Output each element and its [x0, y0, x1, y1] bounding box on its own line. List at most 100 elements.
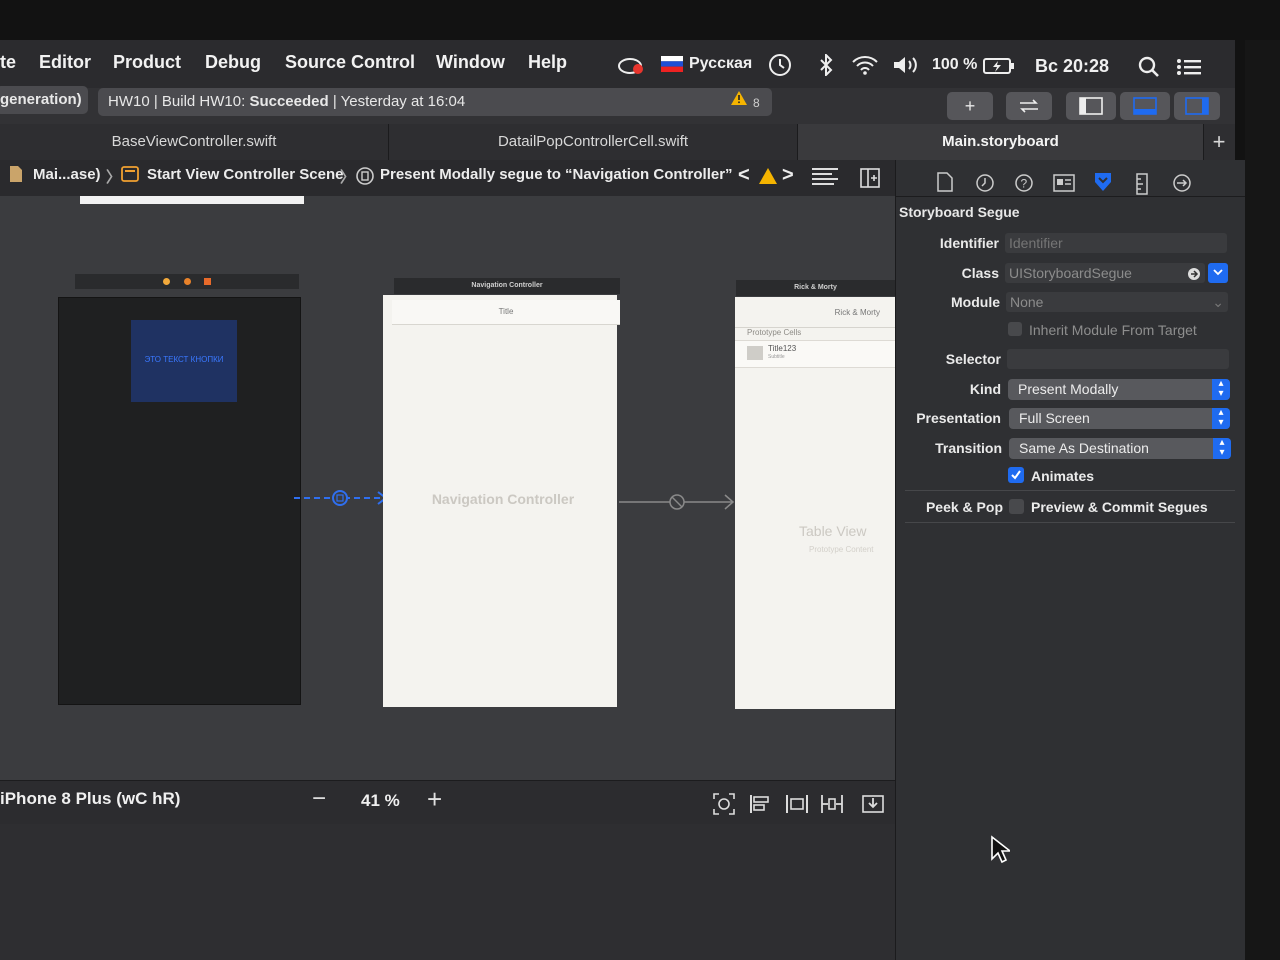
history-inspector-tab[interactable]	[975, 173, 995, 198]
navigation-controller-scene[interactable]: Title Navigation Controller	[383, 295, 620, 707]
quick-help-inspector-tab[interactable]: ?	[1014, 173, 1034, 198]
menu-item-product[interactable]: Product	[113, 52, 181, 73]
previous-issue-button[interactable]: <	[738, 164, 750, 187]
new-tab-button[interactable]: +	[1204, 124, 1234, 160]
volume-icon[interactable]	[892, 55, 922, 80]
screen-bezel-top	[0, 0, 1280, 40]
class-dropdown-button[interactable]	[1208, 263, 1228, 283]
editor-options-button[interactable]	[812, 168, 838, 190]
toggle-inspector-button[interactable]	[1174, 92, 1220, 120]
menu-item-help[interactable]: Help	[528, 52, 567, 73]
creative-cloud-icon[interactable]	[618, 54, 644, 81]
breadcrumb-segue[interactable]: Present Modally segue to “Navigation Con…	[380, 166, 733, 183]
file-inspector-tab[interactable]	[937, 172, 953, 197]
left-panel-icon	[1079, 97, 1103, 119]
scheme-selector[interactable]: generation)	[0, 86, 88, 114]
present-modally-segue[interactable]	[290, 486, 390, 510]
class-field[interactable]: UIStoryboardSegue	[1005, 263, 1205, 283]
module-label: Module	[951, 294, 1000, 310]
prototype-cell[interactable]: Title123 Subtitle	[735, 340, 895, 368]
wifi-icon[interactable]	[851, 55, 879, 80]
module-field[interactable]: None ⌄	[1006, 292, 1228, 312]
attributes-shield-icon	[1092, 173, 1114, 197]
up-down-arrows-icon: ▴ ▾	[1212, 408, 1230, 429]
kind-popup[interactable]: Present Modally ▴ ▾	[1008, 379, 1230, 400]
toggle-debug-area-button[interactable]	[1120, 92, 1170, 120]
next-issue-button[interactable]: >	[782, 164, 794, 187]
align-button[interactable]	[785, 794, 809, 819]
warning-icon[interactable]	[730, 88, 748, 116]
selector-field[interactable]	[1007, 349, 1229, 369]
tab-datail-pop-controller-cell[interactable]: DatailPopControllerCell.swift	[389, 124, 798, 160]
menu-item-debug[interactable]: Debug	[205, 52, 261, 73]
storyboard-segue-section-title: Storyboard Segue	[899, 204, 1020, 220]
storyboard-file-icon	[8, 165, 24, 187]
update-frames-button[interactable]	[713, 793, 735, 820]
spotlight-search-icon[interactable]	[1138, 56, 1160, 83]
battery-percent: 100 %	[932, 56, 978, 73]
nav-controller-dock[interactable]: Navigation Controller	[394, 278, 620, 294]
code-review-button[interactable]	[1006, 92, 1052, 120]
start-view-controller[interactable]: ЭТО ТЕКСТ КНОПКИ	[58, 297, 301, 705]
identity-inspector-tab[interactable]	[1053, 174, 1075, 197]
navigation-bar-title[interactable]: Title	[392, 300, 620, 325]
toggle-navigator-button[interactable]	[1066, 92, 1116, 120]
inherit-module-checkbox[interactable]	[1008, 322, 1022, 336]
id-card-icon	[1053, 174, 1075, 196]
chevron-down-icon: ⌄	[1212, 294, 1224, 310]
table-scene-dock[interactable]: Rick & Morty	[736, 280, 895, 296]
text-button[interactable]: ЭТО ТЕКСТ КНОПКИ	[131, 320, 237, 402]
zoom-level: 41 %	[361, 791, 400, 810]
transition-popup[interactable]: Same As Destination ▴ ▾	[1009, 438, 1231, 459]
tab-main-storyboard[interactable]: Main.storyboard	[798, 124, 1204, 160]
lines-icon	[812, 168, 838, 190]
start-scene-dock[interactable]	[75, 274, 299, 289]
preview-commit-checkbox[interactable]	[1009, 499, 1024, 514]
menu-item-source-control[interactable]: Source Control	[285, 52, 415, 73]
table-view-controller-scene[interactable]: Rick & Morty Prototype Cells Title123 Su…	[735, 297, 895, 709]
module-value: None	[1010, 294, 1044, 310]
add-constraints-button[interactable]	[820, 794, 844, 819]
root-view-controller-relationship[interactable]	[617, 490, 739, 514]
table-navigation-title[interactable]: Rick & Morty	[735, 301, 880, 325]
menubar-clock[interactable]: Вс 20:28	[1035, 56, 1109, 77]
battery-icon[interactable]	[983, 57, 1015, 80]
bluetooth-icon[interactable]	[818, 52, 834, 81]
animates-checkbox[interactable]	[1008, 467, 1024, 483]
time-machine-icon[interactable]	[767, 53, 793, 82]
align-icon	[785, 795, 809, 818]
storyboard-canvas[interactable]: ЭТО ТЕКСТ КНОПКИ Navigation Controller T…	[0, 196, 895, 780]
exit-icon[interactable]	[204, 278, 212, 285]
breadcrumb-storyboard[interactable]: Mai...ase)	[33, 166, 101, 183]
device-configuration-button[interactable]: iPhone 8 Plus (wC hR)	[0, 789, 180, 809]
inherit-module-label: Inherit Module From Target	[1029, 322, 1197, 338]
library-button[interactable]: +	[947, 92, 993, 120]
notification-center-icon[interactable]	[1176, 58, 1202, 81]
menu-item-editor[interactable]: Editor	[39, 52, 91, 73]
warning-count: 8	[753, 96, 760, 110]
input-source-label[interactable]: Русская	[689, 55, 752, 73]
menu-item-xcode[interactable]: te	[0, 52, 16, 73]
chevron-right-icon: 〉	[340, 169, 356, 186]
warning-icon[interactable]	[758, 167, 778, 189]
go-to-class-icon[interactable]	[1187, 266, 1201, 286]
presentation-popup[interactable]: Full Screen ▴ ▾	[1009, 408, 1230, 429]
stack-button[interactable]	[749, 794, 771, 819]
add-editor-button[interactable]	[860, 168, 880, 192]
identifier-field[interactable]	[1005, 233, 1227, 253]
view-controller-icon[interactable]	[162, 278, 170, 285]
zoom-out-button[interactable]: −	[312, 785, 326, 813]
first-responder-icon[interactable]	[183, 278, 191, 285]
arrow-circle-icon	[1172, 174, 1192, 197]
tab-base-view-controller[interactable]: BaseViewController.swift	[0, 124, 389, 160]
breadcrumb-scene[interactable]: Start View Controller Scene	[147, 166, 343, 183]
zoom-in-button[interactable]: +	[427, 784, 442, 815]
chevron-down-icon	[1213, 264, 1223, 281]
connections-inspector-tab[interactable]	[1172, 173, 1192, 198]
resolve-issues-button[interactable]	[861, 794, 885, 819]
svg-text:?: ?	[1021, 177, 1028, 191]
animates-label: Animates	[1031, 468, 1095, 484]
activity-status: Succeeded	[249, 93, 329, 110]
menu-item-window[interactable]: Window	[436, 52, 505, 73]
attributes-inspector-tab[interactable]	[1092, 171, 1114, 198]
